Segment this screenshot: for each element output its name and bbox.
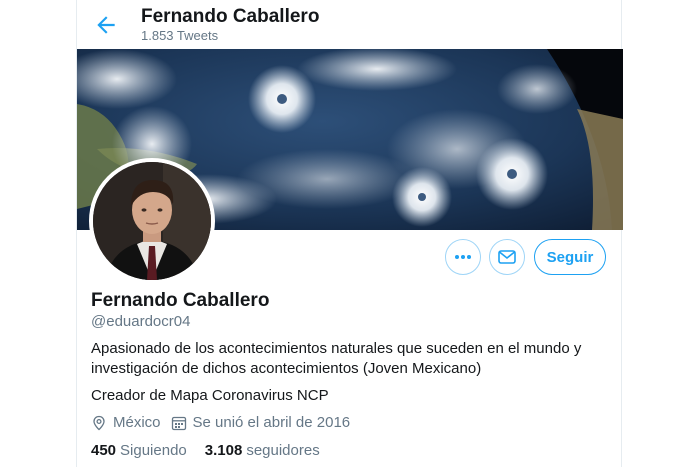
follow-button[interactable]: Seguir — [534, 239, 606, 275]
joined-item: Se unió el abril de 2016 — [171, 414, 351, 431]
followers-label: seguidores — [246, 442, 320, 459]
profile-stats: 450 Siguiendo 3.108 seguidores — [91, 442, 338, 459]
tweet-count: 1.853 Tweets — [141, 28, 219, 43]
joined-text: Se unió el abril de 2016 — [192, 414, 351, 431]
envelope-icon — [498, 250, 516, 264]
profile-meta: México Se unió el abril de 2016 — [91, 414, 360, 431]
following-count: 450 — [91, 442, 117, 459]
location-item: México — [91, 414, 161, 431]
more-options-button[interactable] — [445, 239, 481, 275]
following-link[interactable]: 450 Siguiendo — [91, 442, 187, 459]
avatar[interactable] — [89, 158, 215, 284]
top-bar: Fernando Caballero 1.853 Tweets — [77, 0, 621, 48]
followers-link[interactable]: 3.108 seguidores — [205, 442, 320, 459]
profile-handle: @eduardocr04 — [91, 313, 191, 330]
message-button[interactable] — [489, 239, 525, 275]
avatar-photo — [93, 162, 211, 280]
back-button[interactable] — [93, 12, 119, 38]
followers-count: 3.108 — [204, 442, 243, 459]
location-pin-icon — [93, 415, 105, 430]
location-text: México — [113, 414, 161, 431]
profile-bio: Apasionado de los acontecimientos natura… — [91, 340, 582, 377]
profile-bio-line2: Creador de Mapa Coronavirus NCP — [91, 387, 329, 404]
following-label: Siguiendo — [120, 442, 187, 459]
profile-name: Fernando Caballero — [91, 290, 270, 311]
calendar-icon — [171, 416, 186, 430]
profile-column: Fernando Caballero 1.853 Tweets Seguir F… — [76, 0, 623, 467]
more-dots-icon — [455, 255, 471, 259]
follow-button-label: Seguir — [546, 248, 594, 266]
arrow-left-icon — [97, 16, 115, 34]
header-name: Fernando Caballero — [141, 6, 320, 27]
